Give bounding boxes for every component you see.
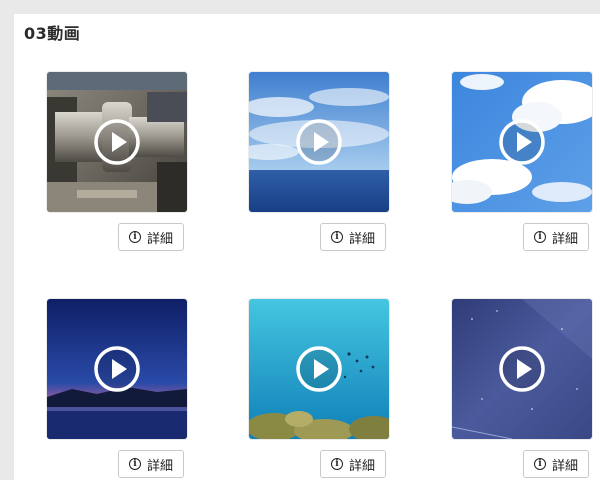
video-thumbnail[interactable]: [249, 72, 389, 212]
detail-button[interactable]: i 詳細: [320, 450, 386, 478]
video-thumbnail[interactable]: [249, 299, 389, 439]
video-thumbnail[interactable]: [452, 299, 592, 439]
play-icon: [94, 346, 140, 392]
section-title: 03動画: [24, 24, 81, 43]
info-icon: i: [533, 458, 546, 470]
detail-button[interactable]: i 詳細: [118, 450, 184, 478]
video-thumbnail[interactable]: [47, 299, 187, 439]
video-section: 03動画 i 詳細 i 詳細 i 詳細 i 詳細 i 詳細 i 詳細: [14, 14, 600, 480]
detail-button-label: 詳細: [348, 458, 375, 474]
detail-button-label: 詳細: [348, 231, 375, 247]
info-icon: i: [330, 458, 343, 470]
detail-button[interactable]: i 詳細: [523, 223, 589, 251]
video-thumbnail[interactable]: [47, 72, 187, 212]
play-icon: [94, 119, 140, 165]
detail-button-label: 詳細: [146, 458, 173, 474]
video-thumbnail[interactable]: [452, 72, 592, 212]
play-icon: [296, 346, 342, 392]
info-icon: i: [128, 458, 141, 470]
detail-button-label: 詳細: [551, 458, 578, 474]
info-icon: i: [330, 231, 343, 243]
detail-button[interactable]: i 詳細: [118, 223, 184, 251]
play-icon: [296, 119, 342, 165]
detail-button[interactable]: i 詳細: [320, 223, 386, 251]
play-icon: [499, 346, 545, 392]
detail-button-label: 詳細: [551, 231, 578, 247]
info-icon: i: [128, 231, 141, 243]
detail-button-label: 詳細: [146, 231, 173, 247]
info-icon: i: [533, 231, 546, 243]
play-icon: [499, 119, 545, 165]
detail-button[interactable]: i 詳細: [523, 450, 589, 478]
